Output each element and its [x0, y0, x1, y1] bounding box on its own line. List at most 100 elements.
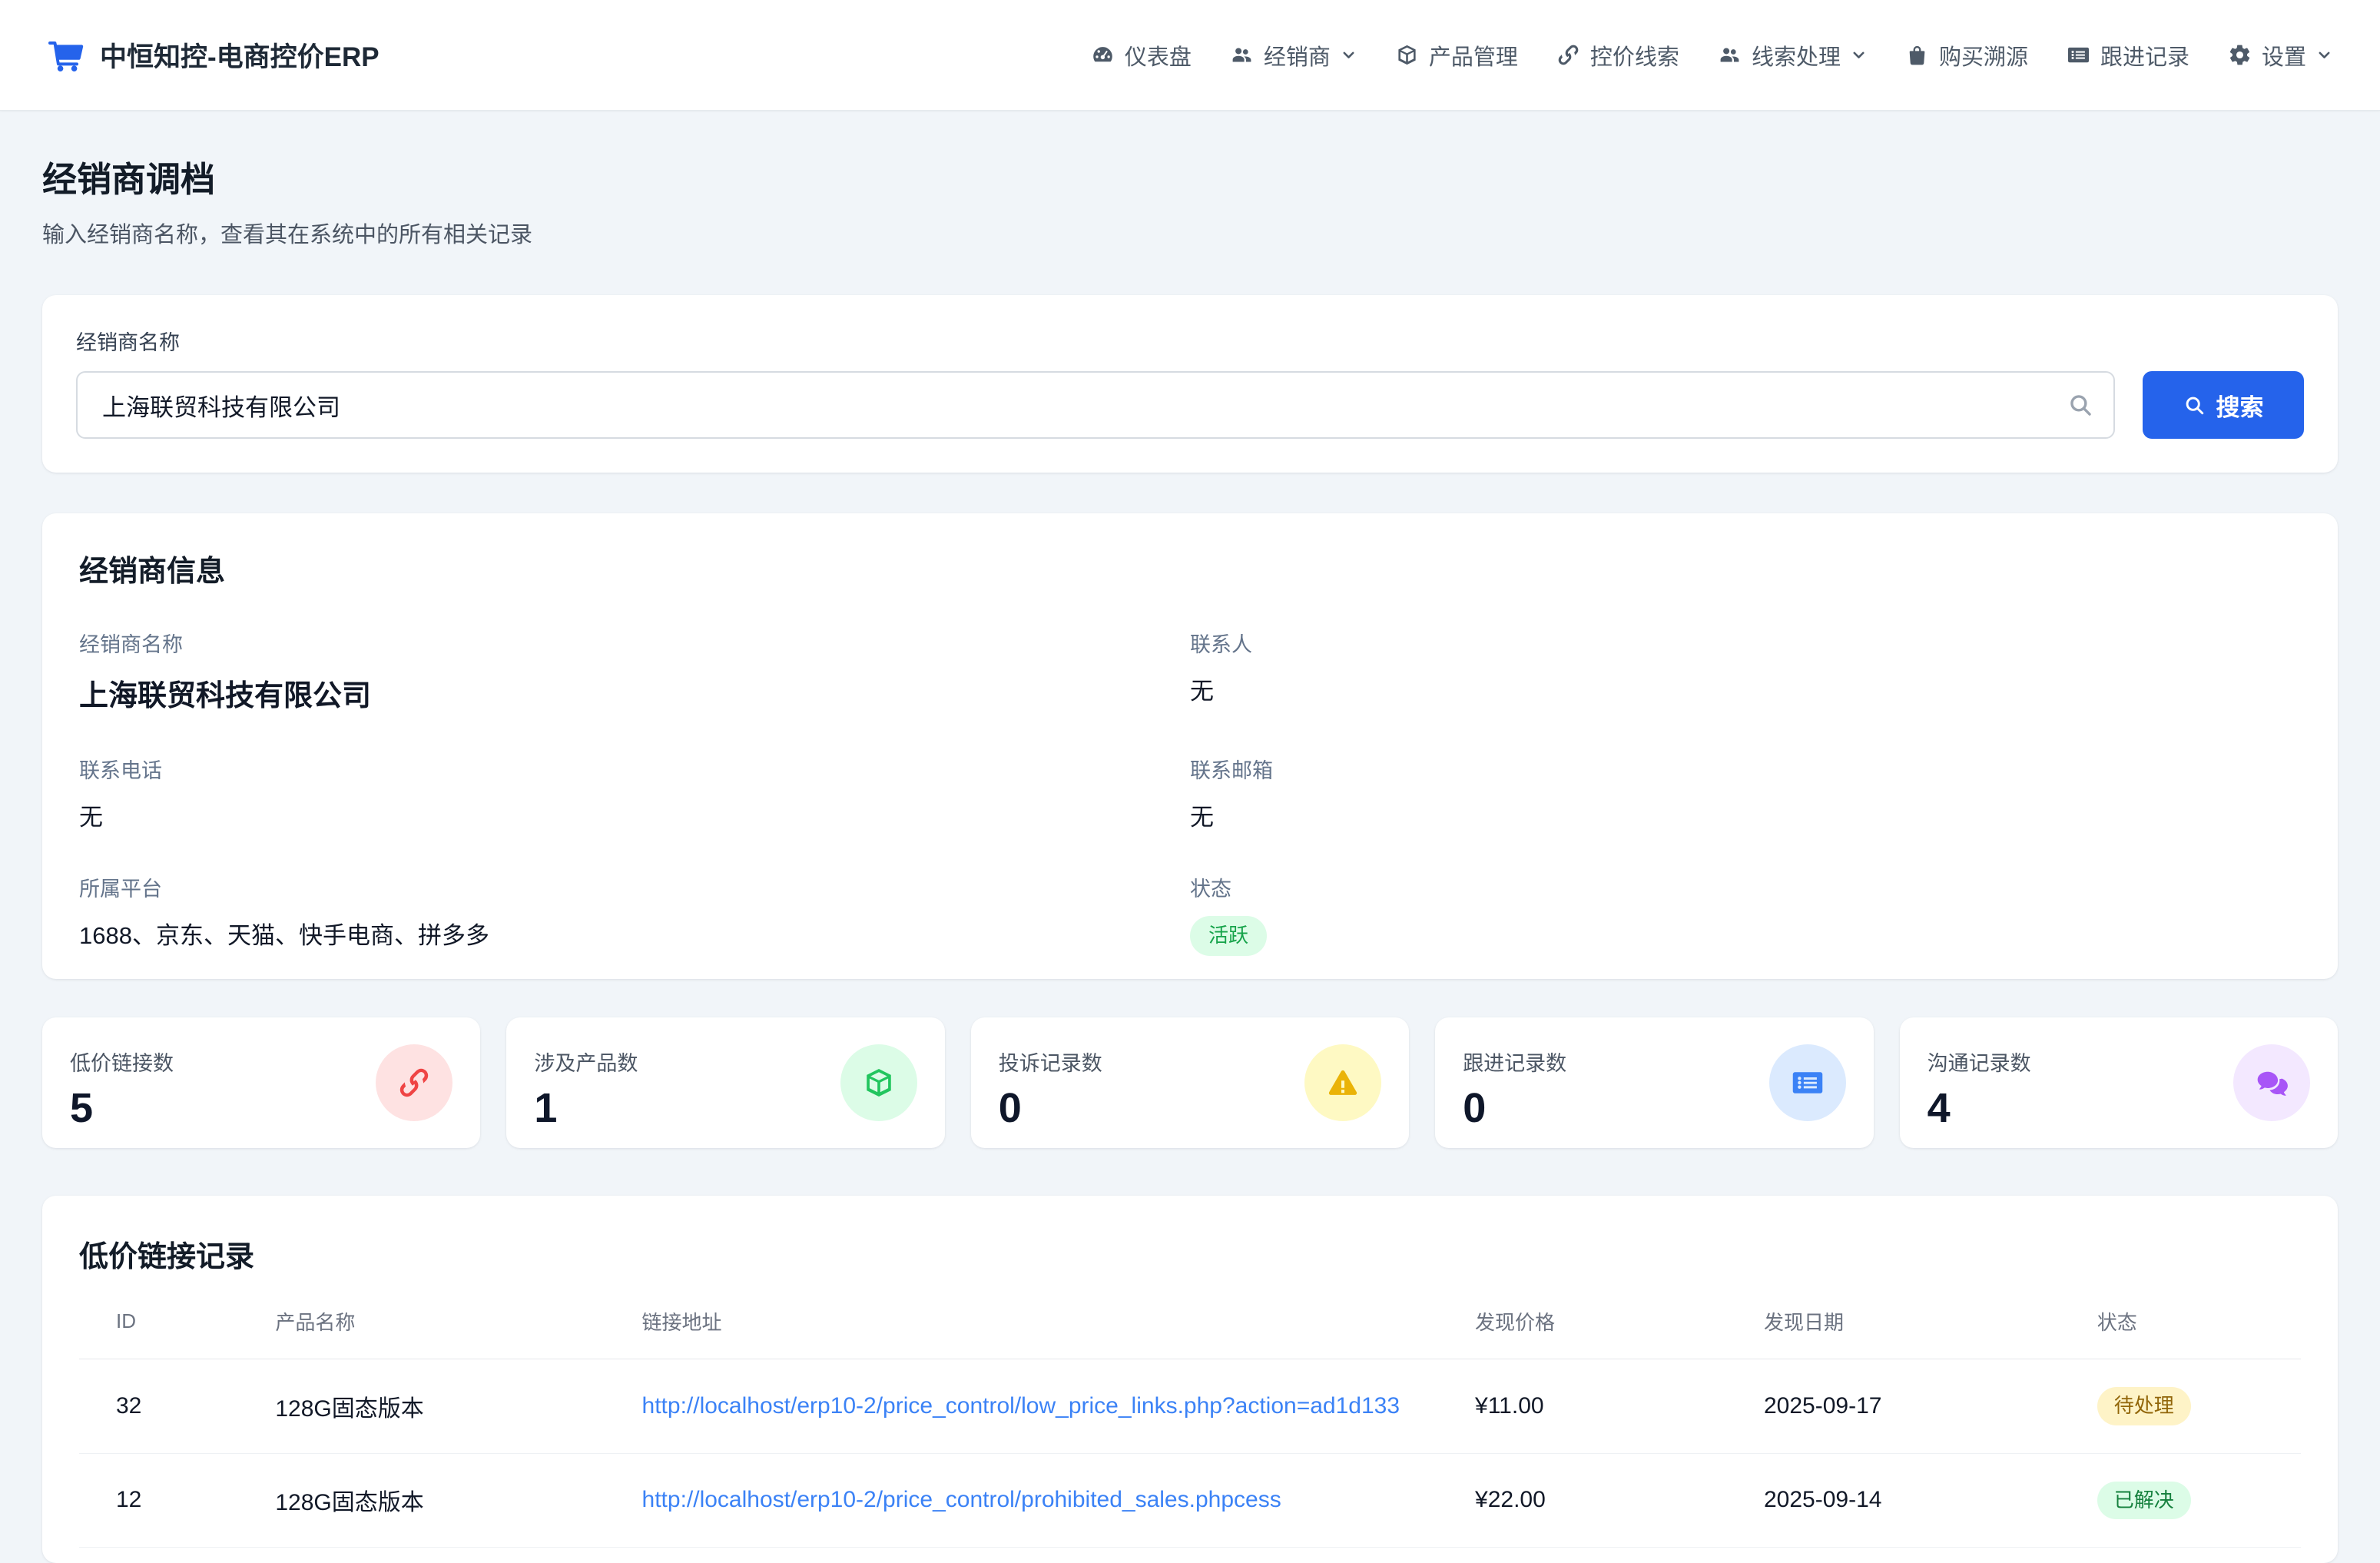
low-price-links-heading: 低价链接记录: [79, 1233, 2301, 1275]
dealer-info-card: 经销商信息 经销商名称 上海联贸科技有限公司 联系人 无 联系电话 无 联系邮箱…: [42, 513, 2338, 979]
status-badge: 已解决: [2097, 1482, 2191, 1520]
field-label-dealer-name: 经销商名称: [79, 628, 1190, 658]
warning-icon: [1304, 1044, 1381, 1121]
link-icon: [1556, 43, 1580, 67]
nav-item-dashboard[interactable]: 仪表盘: [1091, 39, 1192, 71]
column-header: 链接地址: [624, 1307, 1457, 1359]
status-badge: 待处理: [2097, 1387, 2191, 1425]
stat-card-follow-records: 跟进记录数 0: [1435, 1017, 1873, 1148]
page-title: 经销商调档: [42, 151, 2338, 201]
nav-item-lead-handling[interactable]: 线索处理: [1718, 39, 1867, 71]
cell-link: http://localhost/erp10-2/price_control/p…: [624, 1453, 1457, 1548]
cell-status: 已解决: [2079, 1453, 2301, 1548]
nav-item-label: 购买溯源: [1939, 39, 2028, 71]
table-header-row: ID产品名称链接地址发现价格发现日期状态: [79, 1307, 2301, 1359]
page-content: 经销商调档 输入经销商名称，查看其在系统中的所有相关记录 经销商名称 搜索 经销…: [0, 151, 2380, 1563]
nav-menu: 仪表盘 经销商 产品管理 控价线索 线索处理 购买溯源: [1091, 39, 2332, 71]
cell-link: http://localhost/erp10-2/price_control/l…: [624, 1359, 1457, 1453]
nav-item-label: 仪表盘: [1125, 39, 1192, 71]
cart-icon: [48, 37, 85, 74]
record-link[interactable]: http://localhost/erp10-2/price_control/p…: [642, 1487, 1281, 1512]
info-field-contact-email: 联系邮箱 无: [1190, 754, 2301, 832]
search-button-label: 搜索: [2216, 388, 2264, 423]
page-subtitle: 输入经销商名称，查看其在系统中的所有相关记录: [42, 217, 2338, 249]
list-icon: [1769, 1044, 1846, 1121]
stat-card-complaint-records: 投诉记录数 0: [971, 1017, 1409, 1148]
status-badge: 活跃: [1190, 916, 1267, 956]
nav-item-label: 线索处理: [1752, 39, 1841, 71]
dealer-info-heading: 经销商信息: [79, 547, 2301, 589]
column-header: 产品名称: [257, 1307, 623, 1359]
cell-product: 128G固态版本: [257, 1453, 623, 1548]
info-field-platforms: 所属平台 1688、京东、天猫、快手电商、拼多多: [79, 872, 1190, 956]
field-value-platforms: 1688、京东、天猫、快手电商、拼多多: [79, 916, 1190, 951]
column-header: 发现价格: [1457, 1307, 1745, 1359]
info-field-contact-phone: 联系电话 无: [79, 754, 1190, 832]
chat-icon: [2233, 1044, 2310, 1121]
list-icon: [2067, 43, 2090, 67]
search-input-wrap: [76, 371, 2115, 439]
nav-item-products[interactable]: 产品管理: [1395, 39, 1518, 71]
brand[interactable]: 中恒知控-电商控价ERP: [48, 35, 380, 75]
gauge-icon: [1091, 43, 1115, 67]
field-value-contact-person: 无: [1190, 672, 2301, 706]
users-icon: [1230, 43, 1254, 67]
field-label-contact-phone: 联系电话: [79, 754, 1190, 784]
stat-card-communication-records: 沟通记录数 4: [1900, 1017, 2338, 1148]
users-icon: [1718, 43, 1742, 67]
nav-item-label: 经销商: [1264, 39, 1331, 71]
bag-icon: [1905, 43, 1929, 67]
info-field-status: 状态 活跃: [1190, 872, 2301, 956]
cell-id: 12: [79, 1453, 257, 1548]
cube-icon: [840, 1044, 917, 1121]
cell-date: 2025-09-17: [1745, 1359, 2079, 1453]
cell-date: 2025-09-14: [1745, 1453, 2079, 1548]
chevron-down-icon: [2316, 47, 2332, 63]
brand-title: 中恒知控-电商控价ERP: [100, 35, 380, 75]
chevron-down-icon: [1851, 47, 1867, 63]
nav-item-price-leads[interactable]: 控价线索: [1556, 39, 1679, 71]
cube-icon: [1395, 43, 1419, 67]
nav-item-settings[interactable]: 设置: [2228, 39, 2332, 71]
cell-status: 待处理: [2079, 1359, 2301, 1453]
search-icon: [2067, 392, 2093, 418]
field-value-dealer-name: 上海联贸科技有限公司: [79, 672, 1190, 714]
search-row: 搜索: [76, 371, 2304, 439]
stat-card-low-price-links: 低价链接数 5: [42, 1017, 480, 1148]
column-header: 状态: [2079, 1307, 2301, 1359]
nav-item-label: 控价线索: [1590, 39, 1679, 71]
nav-item-label: 产品管理: [1429, 39, 1518, 71]
top-navbar: 中恒知控-电商控价ERP 仪表盘 经销商 产品管理 控价线索 线索处理: [0, 0, 2380, 111]
dealer-info-grid: 经销商名称 上海联贸科技有限公司 联系人 无 联系电话 无 联系邮箱 无 所属平…: [79, 628, 2301, 956]
field-label-platforms: 所属平台: [79, 872, 1190, 902]
field-label-contact-email: 联系邮箱: [1190, 754, 2301, 784]
dealer-search-card: 经销商名称 搜索: [42, 295, 2338, 473]
search-input[interactable]: [76, 371, 2115, 439]
info-field-dealer-name: 经销商名称 上海联贸科技有限公司: [79, 628, 1190, 714]
field-value-contact-email: 无: [1190, 798, 2301, 832]
low-price-links-card: 低价链接记录 ID产品名称链接地址发现价格发现日期状态 32 128G固态版本 …: [42, 1196, 2338, 1563]
cell-id: 32: [79, 1359, 257, 1453]
stats-row: 低价链接数 5 涉及产品数 1 投诉记录数 0 跟进记录数 0 沟通记录数 4: [42, 1017, 2338, 1148]
low-price-links-table: ID产品名称链接地址发现价格发现日期状态 32 128G固态版本 http://…: [79, 1307, 2301, 1548]
cell-price: ¥11.00: [1457, 1359, 1745, 1453]
nav-item-purchase-trace[interactable]: 购买溯源: [1905, 39, 2028, 71]
cell-price: ¥22.00: [1457, 1453, 1745, 1548]
table-row: 12 128G固态版本 http://localhost/erp10-2/pri…: [79, 1453, 2301, 1548]
search-field-label: 经销商名称: [76, 326, 2304, 356]
search-icon: [2183, 394, 2206, 416]
search-button[interactable]: 搜索: [2143, 371, 2304, 439]
gear-icon: [2228, 43, 2252, 67]
link-icon: [376, 1044, 452, 1121]
nav-item-follow-records[interactable]: 跟进记录: [2067, 39, 2189, 71]
field-value-contact-phone: 无: [79, 798, 1190, 832]
stat-card-products-involved: 涉及产品数 1: [506, 1017, 944, 1148]
column-header: ID: [79, 1307, 257, 1359]
chevron-down-icon: [1341, 47, 1357, 63]
nav-item-dealers[interactable]: 经销商: [1230, 39, 1357, 71]
cell-product: 128G固态版本: [257, 1359, 623, 1453]
column-header: 发现日期: [1745, 1307, 2079, 1359]
nav-item-label: 设置: [2262, 39, 2306, 71]
nav-item-label: 跟进记录: [2100, 39, 2189, 71]
record-link[interactable]: http://localhost/erp10-2/price_control/l…: [642, 1393, 1400, 1419]
